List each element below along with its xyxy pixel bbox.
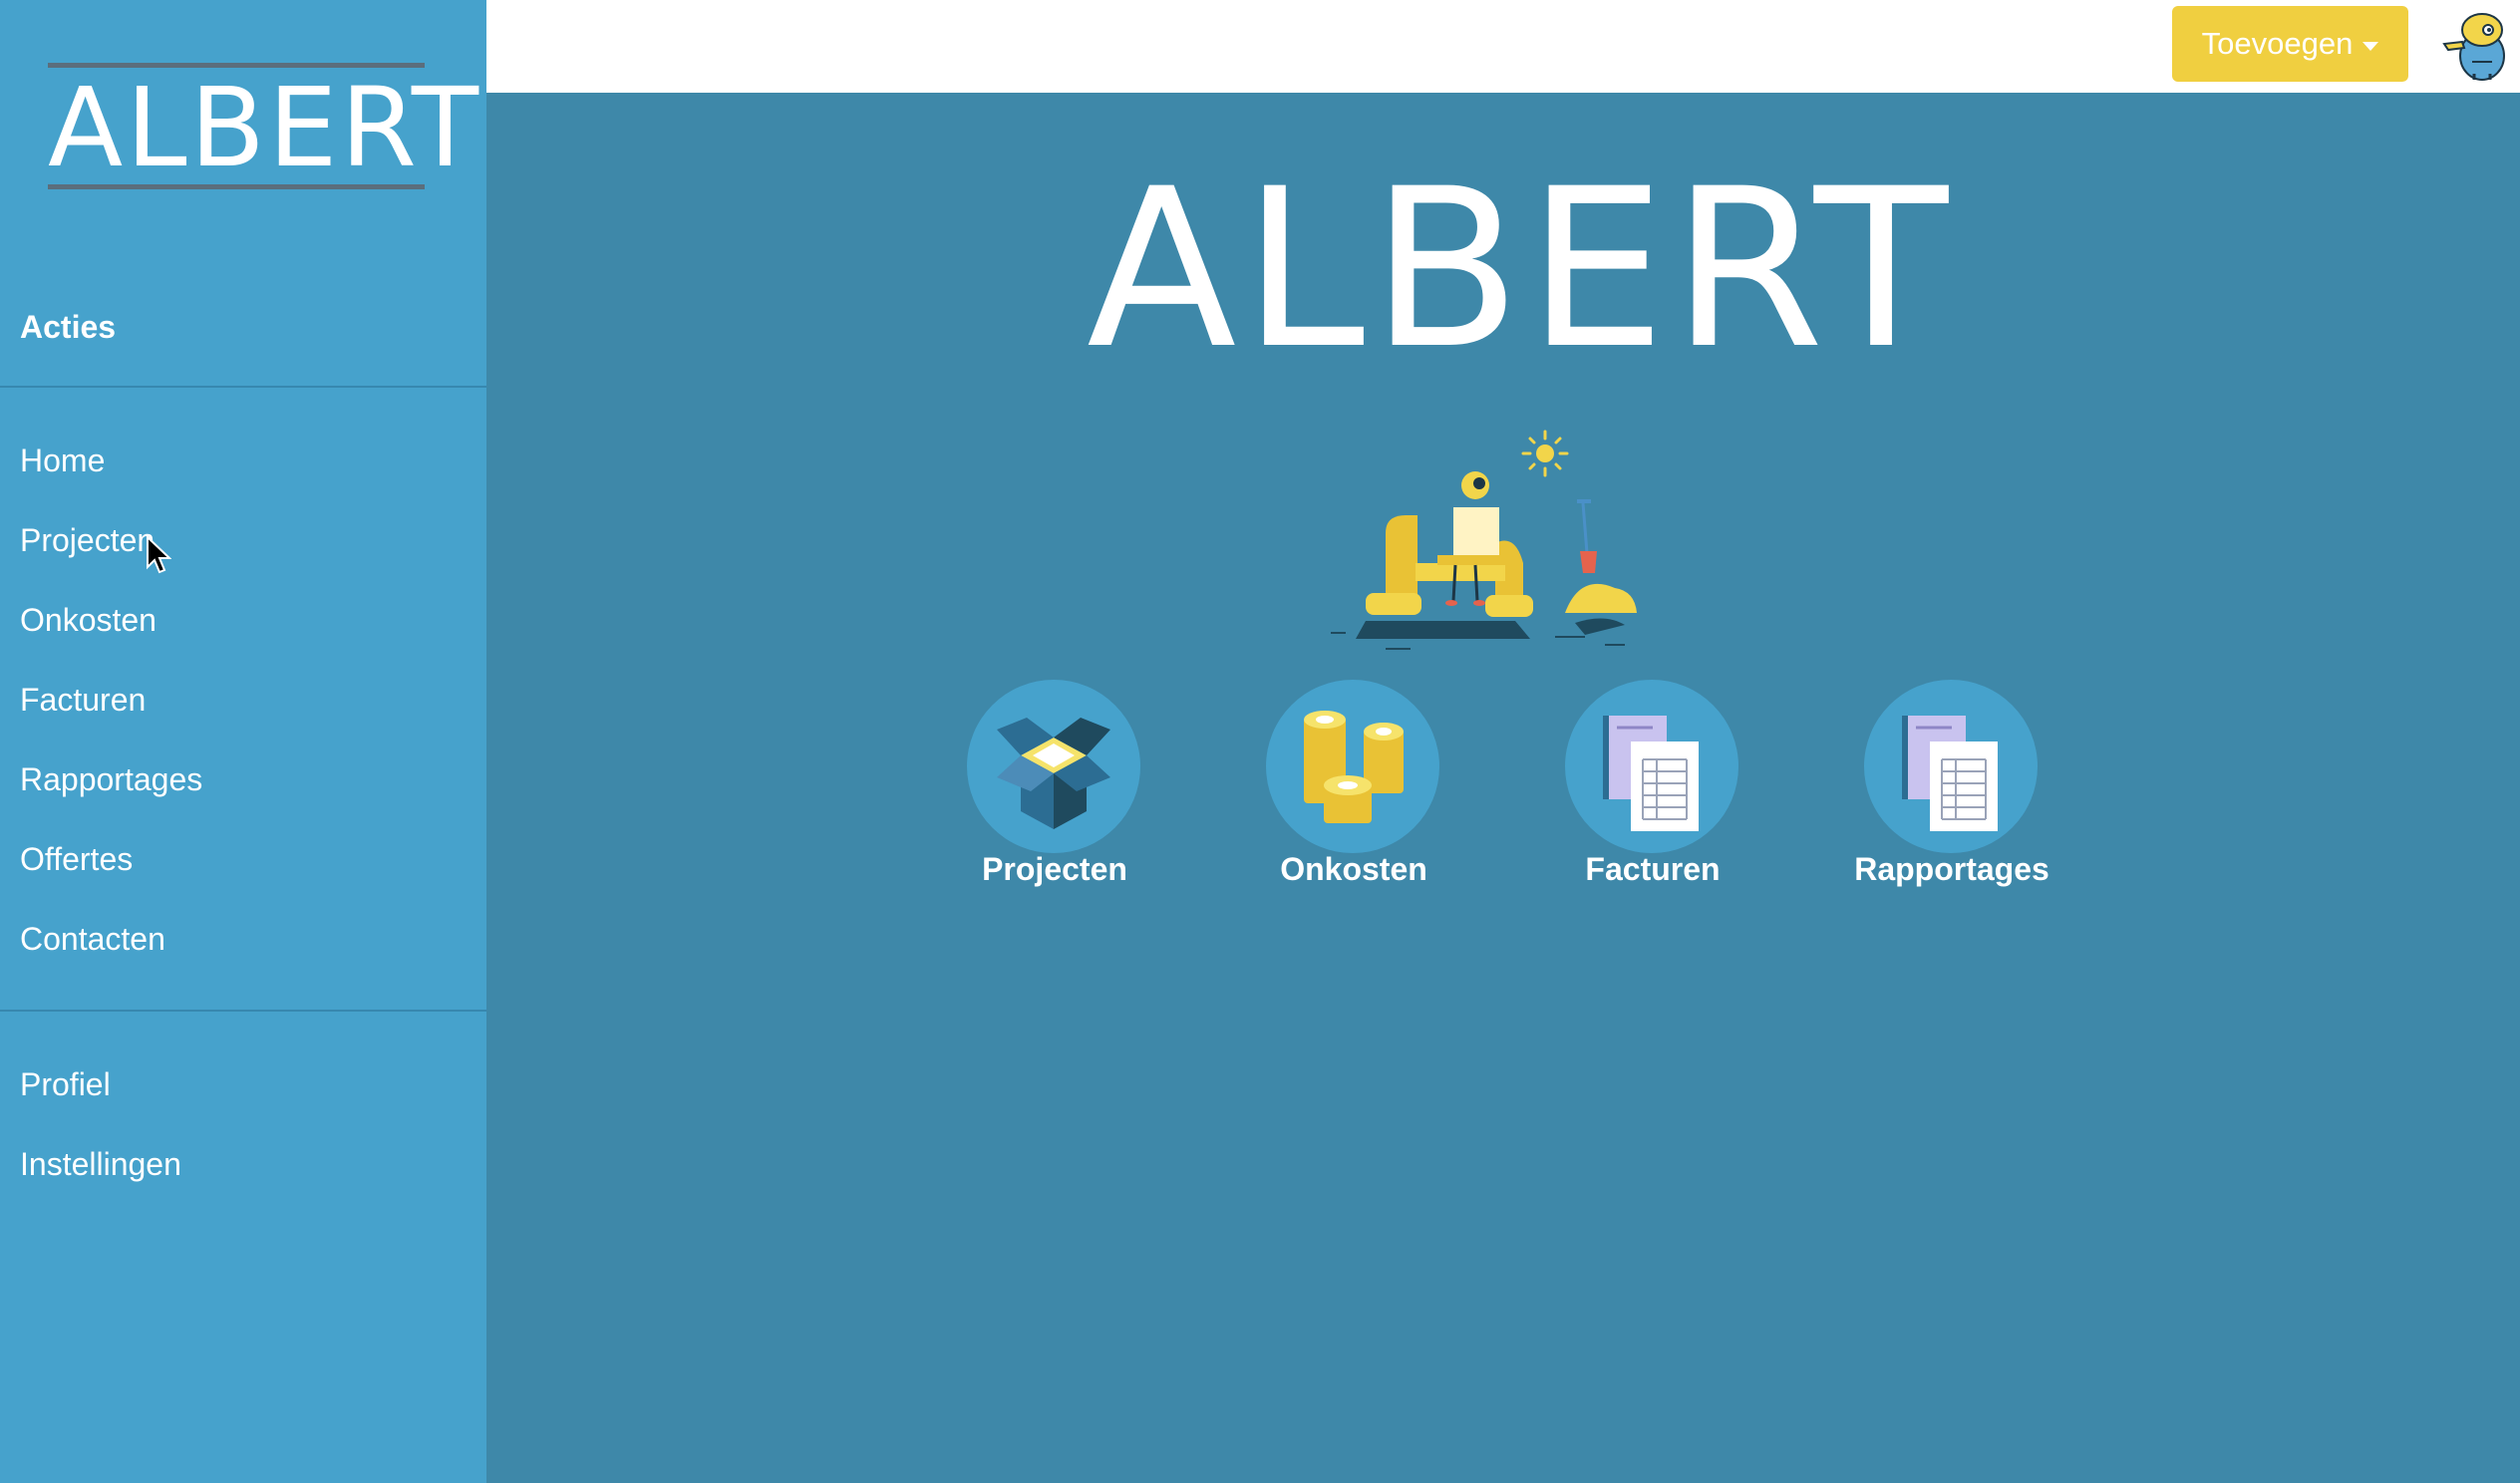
workspace-illustration [1331,430,1637,650]
tile-circle [967,680,1140,853]
tile-circle [1565,680,1738,853]
tile-facturen[interactable]: Facturen [1523,680,1782,899]
sidebar-divider [0,1010,486,1012]
sidebar-item-contacten[interactable]: Contacten [20,921,165,958]
sidebar-item-profiel[interactable]: Profiel [20,1066,111,1103]
sidebar-item-facturen[interactable]: Facturen [20,682,146,719]
avatar[interactable] [2438,4,2514,84]
add-dropdown-button[interactable]: Toevoegen [2172,6,2408,82]
sidebar-item-onkosten[interactable]: Onkosten [20,602,157,639]
report-document-icon [1902,716,1998,831]
user-avatar-icon [2442,13,2505,81]
sidebar-divider [0,386,486,388]
tile-circle [1864,680,2038,853]
open-box-icon [997,718,1110,829]
add-button-label: Toevoegen [2201,26,2354,61]
tile-label: Onkosten [1280,851,1427,887]
sidebar-item-rapportages[interactable]: Rapportages [20,761,202,798]
tile-rapportages[interactable]: Rapportages [1822,680,2081,899]
logo-bottom-line [48,184,425,189]
logo-text: ALBERT [48,64,482,191]
sun-icon [1521,430,1569,477]
sidebar-item-home[interactable]: Home [20,443,105,479]
tile-circle [1266,680,1439,853]
caret-down-icon [2362,41,2379,51]
sidebar-item-projecten[interactable]: Projecten [20,522,155,559]
tile-label: Projecten [982,851,1127,887]
sidebar-section-title: Acties [20,309,117,345]
coins-icon [1304,711,1404,823]
sidebar: ALBERT Acties Home Projecten Onkosten Fa… [0,0,486,1483]
invoice-document-icon [1603,716,1699,831]
tile-label: Facturen [1585,851,1721,887]
hero-title: ALBERT [1087,142,1955,397]
tile-onkosten[interactable]: Onkosten [1224,680,1483,899]
sidebar-item-instellingen[interactable]: Instellingen [20,1146,181,1183]
sidebar-logo[interactable]: ALBERT [48,62,482,193]
tile-projecten[interactable]: Projecten [925,680,1184,899]
mouse-cursor-icon [147,535,171,574]
sidebar-item-offertes[interactable]: Offertes [20,841,133,878]
tile-label: Rapportages [1854,851,2049,887]
